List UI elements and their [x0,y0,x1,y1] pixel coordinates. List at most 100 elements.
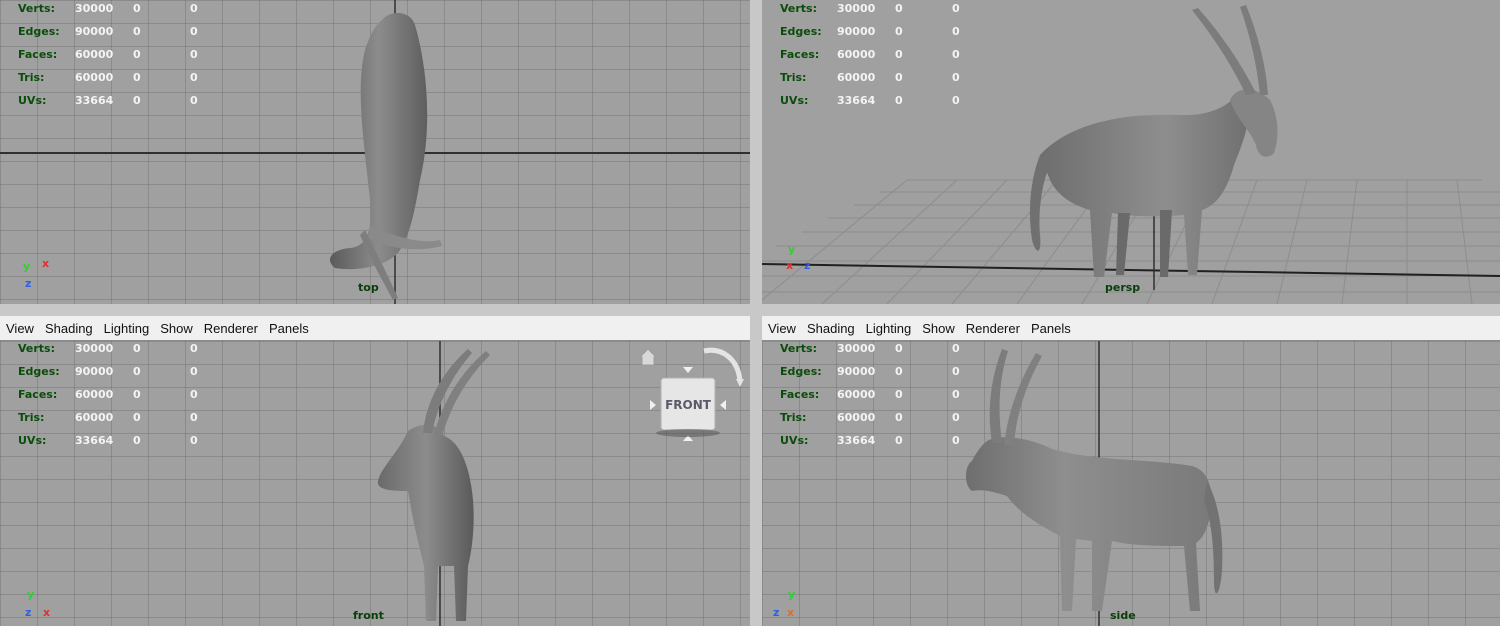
menu-shading[interactable]: Shading [807,321,855,336]
oryx-model-top [330,13,442,300]
hud-value: 0 [895,342,903,355]
hud-value: 0 [133,365,141,378]
hud-value: 30000 [837,342,876,355]
hud-value: 0 [952,411,960,424]
svg-text:y: y [23,260,30,273]
hud-value: 33664 [75,94,114,107]
svg-text:z: z [25,606,31,619]
hud-value: 0 [133,411,141,424]
persp-viewport-name: persp [1105,281,1141,294]
menu-renderer[interactable]: Renderer [204,321,258,336]
hud-value: 60000 [837,388,876,401]
hud-value: 0 [952,2,960,15]
menu-view[interactable]: View [768,321,796,336]
hud-value: 0 [952,48,960,61]
hud-label: Faces: [780,388,820,401]
hud-value: 60000 [837,71,876,84]
oryx-model-side [966,349,1223,611]
front-viewport[interactable]: FRONT yzx front [0,341,750,626]
hud-value: 0 [190,411,198,424]
svg-text:x: x [42,257,49,270]
hud-label: UVs: [780,434,809,447]
hud-value: 60000 [75,48,114,61]
hud-value: 0 [190,388,198,401]
home-icon[interactable] [638,348,658,366]
hud-value: 60000 [75,388,114,401]
hud-label: Verts: [18,342,56,355]
hud-value: 0 [190,25,198,38]
hud-label: Verts: [780,342,818,355]
side-axis-gizmo: yzx [770,585,810,625]
hud-value: 0 [190,71,198,84]
hud-label: Edges: [780,365,822,378]
hud-value: 0 [133,25,141,38]
side-viewport[interactable]: yzx side [762,341,1500,626]
hud-value: 0 [190,48,198,61]
hud-value: 0 [895,2,903,15]
rotate-arrow-icon[interactable] [703,347,743,382]
svg-text:z: z [804,259,810,272]
hud-value: 90000 [75,365,114,378]
viewcube-label: FRONT [665,398,712,412]
svg-text:y: y [788,588,795,601]
front-axis-gizmo: yzx [22,585,62,625]
hud-value: 60000 [75,411,114,424]
hud-label: UVs: [780,94,809,107]
hud-label: Tris: [780,71,807,84]
hud-value: 0 [895,48,903,61]
hud-value: 0 [190,2,198,15]
hud-label: Edges: [780,25,822,38]
menu-panels[interactable]: Panels [269,321,309,336]
top-viewport[interactable]: yxz top [0,0,750,304]
menu-show[interactable]: Show [922,321,955,336]
hud-value: 0 [952,388,960,401]
hud-value: 0 [895,434,903,447]
hud-value: 0 [952,434,960,447]
hud-label: Faces: [18,48,58,61]
hud-value: 33664 [75,434,114,447]
hud-value: 0 [895,411,903,424]
hud-label: UVs: [18,434,47,447]
persp-viewport-pane[interactable]: yxz persp [762,0,1500,304]
top-viewport-name: top [358,281,379,294]
hud-value: 0 [133,2,141,15]
cube-arrow-left-icon[interactable] [650,400,656,410]
menu-shading[interactable]: Shading [45,321,93,336]
svg-text:y: y [788,243,795,256]
side-viewport-pane[interactable]: View Shading Lighting Show Renderer Pane… [762,316,1500,626]
menu-show[interactable]: Show [160,321,193,336]
hud-label: Tris: [18,71,45,84]
hud-value: 90000 [837,365,876,378]
menu-renderer[interactable]: Renderer [966,321,1020,336]
menu-lighting[interactable]: Lighting [866,321,912,336]
top-viewport-pane[interactable]: yxz top [0,0,750,304]
hud-value: 0 [952,25,960,38]
hud-value: 0 [895,365,903,378]
hud-value: 0 [190,365,198,378]
hud-value: 30000 [837,2,876,15]
hud-label: Verts: [780,2,818,15]
hud-value: 0 [190,342,198,355]
hud-value: 60000 [837,411,876,424]
viewcube[interactable]: FRONT [638,345,748,445]
menu-panels[interactable]: Panels [1031,321,1071,336]
hud-label: UVs: [18,94,47,107]
cube-arrow-right-icon[interactable] [720,400,726,410]
hud-value: 0 [952,342,960,355]
hud-value: 30000 [75,342,114,355]
persp-viewport[interactable]: yxz persp [762,0,1500,304]
hud-label: Tris: [780,411,807,424]
hud-value: 0 [952,71,960,84]
hud-value: 0 [952,94,960,107]
cube-arrow-up-icon[interactable] [683,367,693,373]
hud-label: Tris: [18,411,45,424]
front-viewport-pane[interactable]: View Shading Lighting Show Renderer Pane… [0,316,750,626]
hud-value: 0 [895,71,903,84]
side-panel-menubar: View Shading Lighting Show Renderer Pane… [762,316,1500,341]
menu-view[interactable]: View [6,321,34,336]
hud-value: 0 [133,434,141,447]
hud-value: 0 [133,94,141,107]
svg-text:y: y [27,588,34,601]
oryx-model-persp [1029,5,1278,277]
menu-lighting[interactable]: Lighting [104,321,150,336]
